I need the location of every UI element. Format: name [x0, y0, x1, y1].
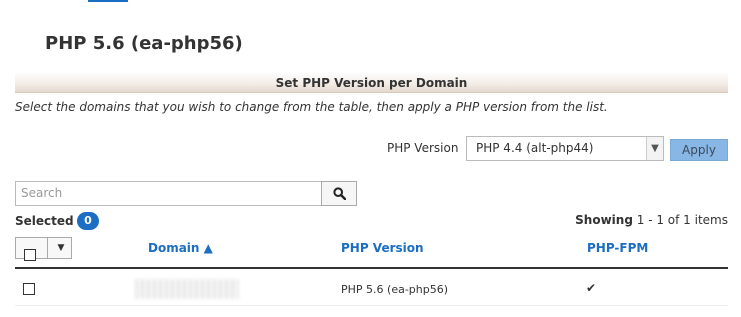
page-title: PHP 5.6 (ea-php56) [45, 33, 243, 54]
instructions-text: Select the domains that you wish to chan… [15, 100, 608, 114]
table-header-divider [15, 267, 728, 269]
chevron-down-icon[interactable]: ▼ [52, 238, 70, 258]
search-button[interactable] [321, 181, 357, 206]
row-php-version: PHP 5.6 (ea-php56) [341, 283, 449, 296]
search-input[interactable]: Search [15, 181, 322, 206]
selected-count-badge: 0 [77, 212, 99, 230]
php-version-selected-value: PHP 4.4 (alt-php44) [476, 141, 594, 155]
paging-summary: Showing 1 - 1 of 1 items [575, 213, 728, 227]
search-icon [332, 187, 346, 200]
row-divider [15, 305, 728, 306]
php-version-label: PHP Version [387, 141, 459, 155]
domain-name-redacted [135, 279, 239, 299]
php-version-select[interactable]: PHP 4.4 (alt-php44) ▼ [466, 136, 664, 161]
bulk-select-control[interactable]: ▼ [15, 237, 72, 261]
apply-button[interactable]: Apply [670, 139, 728, 161]
bulk-select-divider [47, 238, 48, 258]
select-all-checkbox[interactable] [24, 249, 36, 261]
chevron-down-icon[interactable]: ▼ [646, 137, 663, 160]
showing-label: Showing [575, 213, 633, 227]
selected-label: Selected [15, 214, 74, 228]
column-header-domain[interactable]: Domain ▲ [148, 241, 213, 255]
top-link-underline[interactable] [88, 0, 128, 2]
row-checkbox[interactable] [23, 283, 35, 295]
column-header-php-fpm[interactable]: PHP-FPM [587, 241, 648, 255]
column-header-php-version[interactable]: PHP Version [341, 241, 424, 255]
checkmark-icon: ✔ [586, 281, 597, 295]
section-header: Set PHP Version per Domain [15, 72, 728, 93]
showing-range: 1 - 1 of 1 items [636, 213, 728, 227]
